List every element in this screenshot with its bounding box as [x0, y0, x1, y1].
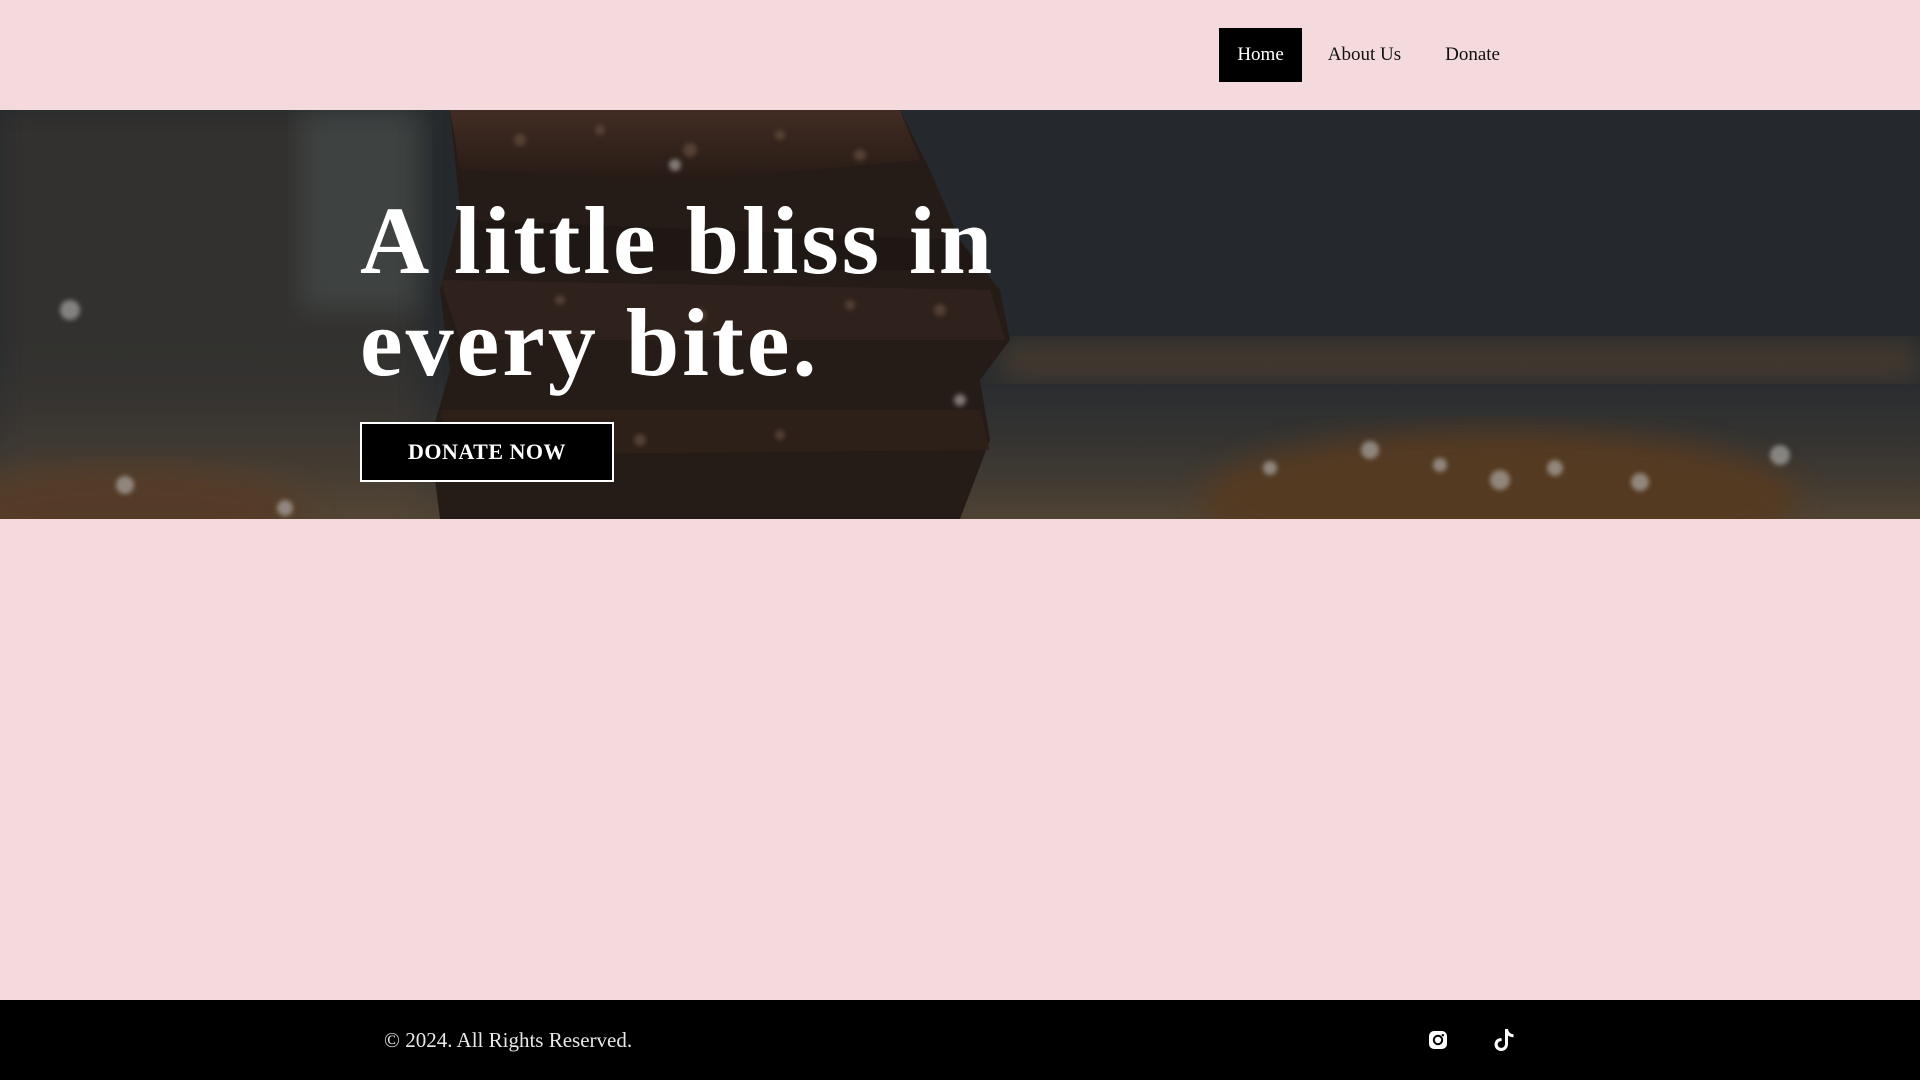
site-footer: © 2024. All Rights Reserved. — [0, 1000, 1920, 1080]
nav-item-about-us[interactable]: About Us — [1310, 28, 1419, 82]
hero-content: A little bliss in every bite. DONATE NOW — [360, 190, 1080, 482]
hero-title: A little bliss in every bite. — [360, 190, 1080, 394]
nav-item-home[interactable]: Home — [1219, 28, 1302, 82]
donate-now-button[interactable]: DONATE NOW — [360, 422, 614, 482]
social-links — [1426, 1025, 1516, 1055]
hero-title-line-1: A little bliss in — [360, 187, 996, 294]
hero-banner: A little bliss in every bite. DONATE NOW — [0, 110, 1920, 519]
main-nav: Home About Us Donate — [1219, 28, 1518, 82]
tiktok-icon[interactable] — [1492, 1025, 1516, 1055]
site-header: Home About Us Donate — [0, 0, 1920, 110]
nav-item-donate[interactable]: Donate — [1427, 28, 1518, 82]
instagram-icon[interactable] — [1426, 1025, 1450, 1055]
hero-title-line-2: every bite. — [360, 289, 820, 396]
copyright-text: © 2024. All Rights Reserved. — [384, 1028, 633, 1052]
main-content — [0, 519, 1920, 1000]
